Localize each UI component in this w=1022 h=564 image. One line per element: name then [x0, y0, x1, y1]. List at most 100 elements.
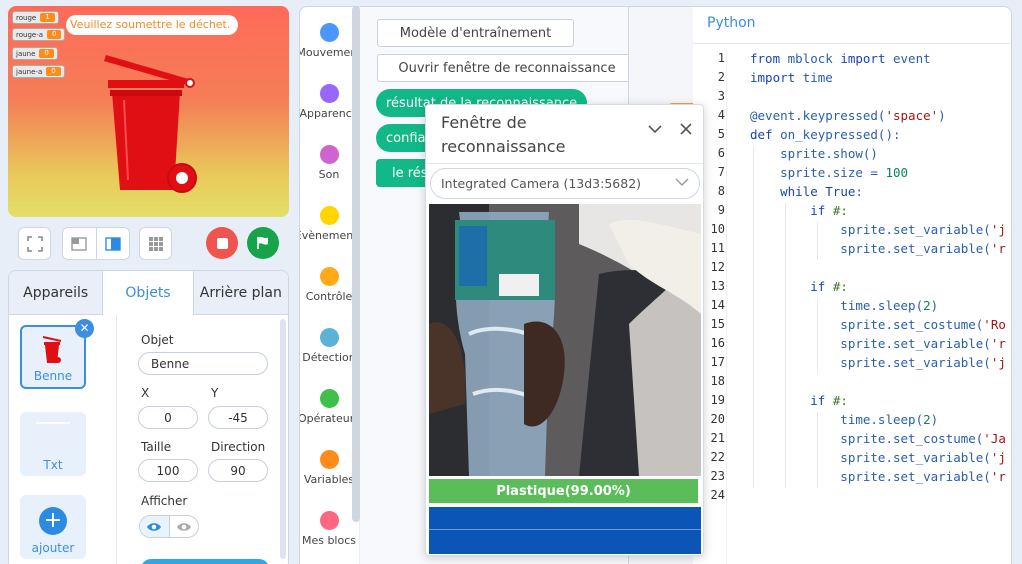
code-line[interactable]: sprite.set_variable('r [750, 241, 1006, 256]
variable-monitor-rouge: rouge 1 [12, 11, 59, 24]
code-line[interactable]: sprite.set_variable('r [750, 469, 1006, 484]
code-line[interactable]: sprite.set_costume('Ro [750, 317, 1006, 332]
add-sprite-button[interactable]: + ajouter [20, 495, 86, 559]
layout-normal-stage-button[interactable] [95, 228, 130, 259]
code-line[interactable]: sprite.size = 100 [750, 165, 908, 180]
close-icon [680, 123, 692, 135]
sprite-panel-scrollbar[interactable] [280, 319, 286, 559]
tab-objets[interactable]: Objets [102, 271, 194, 315]
x-input[interactable]: 0 [138, 406, 198, 429]
variable-monitor-rouge-a: rouge-a 0 [12, 28, 66, 41]
indent-guide [817, 298, 818, 374]
camera-image [429, 204, 701, 476]
training-model-button[interactable]: Modèle d'entraînement [377, 19, 574, 47]
chevron-down-icon [648, 125, 662, 134]
category-variables[interactable]: Variables [300, 450, 358, 486]
indent-guide [785, 203, 786, 488]
green-flag-button[interactable] [247, 227, 279, 259]
indent-guide [817, 222, 818, 260]
category-dot-icon [319, 145, 339, 164]
grid-view-button[interactable] [139, 227, 172, 260]
normal-stage-icon [105, 236, 121, 251]
trash-bin-icon [42, 336, 62, 363]
close-icon: ✕ [79, 321, 90, 335]
code-line[interactable]: while True: [750, 184, 863, 199]
hide-sprite-button[interactable] [168, 516, 199, 537]
category-mouvement[interactable]: Mouvement [300, 23, 358, 59]
code-line[interactable]: sprite.set_variable('j [750, 450, 1006, 465]
variable-monitor-jaune: jaune 0 [12, 47, 58, 60]
chevron-down-icon [675, 178, 689, 186]
y-label: Y [211, 386, 219, 400]
tab-arriere-plan[interactable]: Arrière plan [194, 271, 288, 314]
sprite-panel: Appareils Objets Arrière plan Benne ✕ Tx… [8, 270, 289, 564]
fullscreen-button[interactable] [18, 227, 51, 260]
visibility-toggle [139, 515, 199, 538]
recognition-window-title: Fenêtre de reconnaissance [441, 113, 566, 156]
open-recognition-window-button[interactable]: Ouvrir fenêtre de reconnaissance [377, 54, 628, 82]
eye-hidden-icon [176, 522, 191, 531]
code-line[interactable]: sprite.set_variable('r [750, 336, 1006, 351]
tab-python[interactable]: Python [707, 15, 756, 31]
code-line[interactable]: def on_keypressed(): [750, 127, 901, 142]
delete-sprite-button[interactable]: ✕ [75, 319, 94, 338]
category-dot-icon [319, 511, 339, 530]
camera-preview [429, 204, 701, 476]
code-line[interactable]: if #: [750, 203, 848, 218]
indent-guide [753, 146, 754, 488]
code-line[interactable]: import time [750, 70, 833, 85]
size-input[interactable]: 100 [138, 459, 198, 482]
flag-icon [257, 236, 268, 249]
trash-bin-sprite[interactable] [104, 50, 204, 195]
sprite-action-button[interactable] [141, 559, 269, 564]
category-mes-blocs[interactable]: Mes blocs [300, 511, 358, 547]
sprite-card-txt[interactable]: Txt [20, 412, 86, 476]
line-number: 2 [717, 70, 725, 84]
category-detection[interactable]: Détection [300, 328, 358, 364]
code-line[interactable]: time.sleep(2) [750, 412, 938, 427]
sprite-card-benne[interactable]: Benne [20, 325, 86, 389]
category-evenements[interactable]: Évènements [300, 206, 358, 242]
y-input[interactable]: -45 [208, 406, 268, 429]
add-sprite-label: ajouter [31, 541, 75, 555]
code-line[interactable]: if #: [750, 279, 848, 294]
category-operateurs[interactable]: Opérateurs [300, 389, 358, 425]
code-line[interactable]: sprite.set_costume('Ja [750, 431, 1006, 446]
block-category-palette: Mouvement Apparence Son Évènements Contr… [299, 6, 359, 564]
tab-appareils[interactable]: Appareils [9, 271, 102, 314]
code-line[interactable]: sprite.set_variable('j [750, 222, 1006, 237]
object-label: Objet [141, 333, 174, 347]
category-son[interactable]: Son [300, 145, 358, 181]
close-window-button[interactable] [680, 123, 692, 139]
category-dot-icon [319, 267, 339, 286]
stage[interactable]: rouge 1 rouge-a 0 jaune 0 jaune-a 0 Veuillez… [8, 6, 289, 217]
code-line[interactable]: @event.keypressed('space') [750, 108, 946, 123]
palette-scrollbar[interactable] [352, 6, 360, 522]
show-label: Afficher [141, 494, 188, 508]
category-apparence[interactable]: Apparence [300, 84, 358, 120]
stop-button[interactable] [206, 227, 238, 259]
txt-sprite-thumbnail [36, 422, 70, 424]
category-dot-icon [319, 84, 339, 103]
small-stage-icon [71, 236, 87, 251]
code-line[interactable]: if #: [750, 393, 848, 408]
category-controle[interactable]: Contrôle [300, 267, 358, 303]
object-name-input[interactable]: Benne [138, 352, 268, 375]
line-number: 3 [717, 89, 725, 103]
sprite-panel-tabs: Appareils Objets Arrière plan [9, 271, 288, 315]
fullscreen-icon [26, 235, 43, 252]
camera-select[interactable]: Integrated Camera (13d3:5682) [430, 168, 700, 199]
direction-input[interactable]: 90 [208, 459, 268, 482]
layout-small-stage-button[interactable] [63, 228, 96, 259]
code-line[interactable]: sprite.show() [750, 146, 878, 161]
code-line[interactable]: from mblock import event [750, 51, 931, 66]
indent-guide [817, 412, 818, 488]
category-dot-icon [319, 450, 339, 469]
show-sprite-button[interactable] [140, 516, 169, 537]
sprite-name: Benne [33, 369, 73, 383]
eye-icon [147, 522, 162, 531]
code-line[interactable]: sprite.set_variable('j [750, 355, 1006, 370]
minimize-button[interactable] [648, 123, 662, 138]
stage-layout-toggle[interactable] [62, 227, 130, 260]
code-line[interactable]: time.sleep(2) [750, 298, 938, 313]
